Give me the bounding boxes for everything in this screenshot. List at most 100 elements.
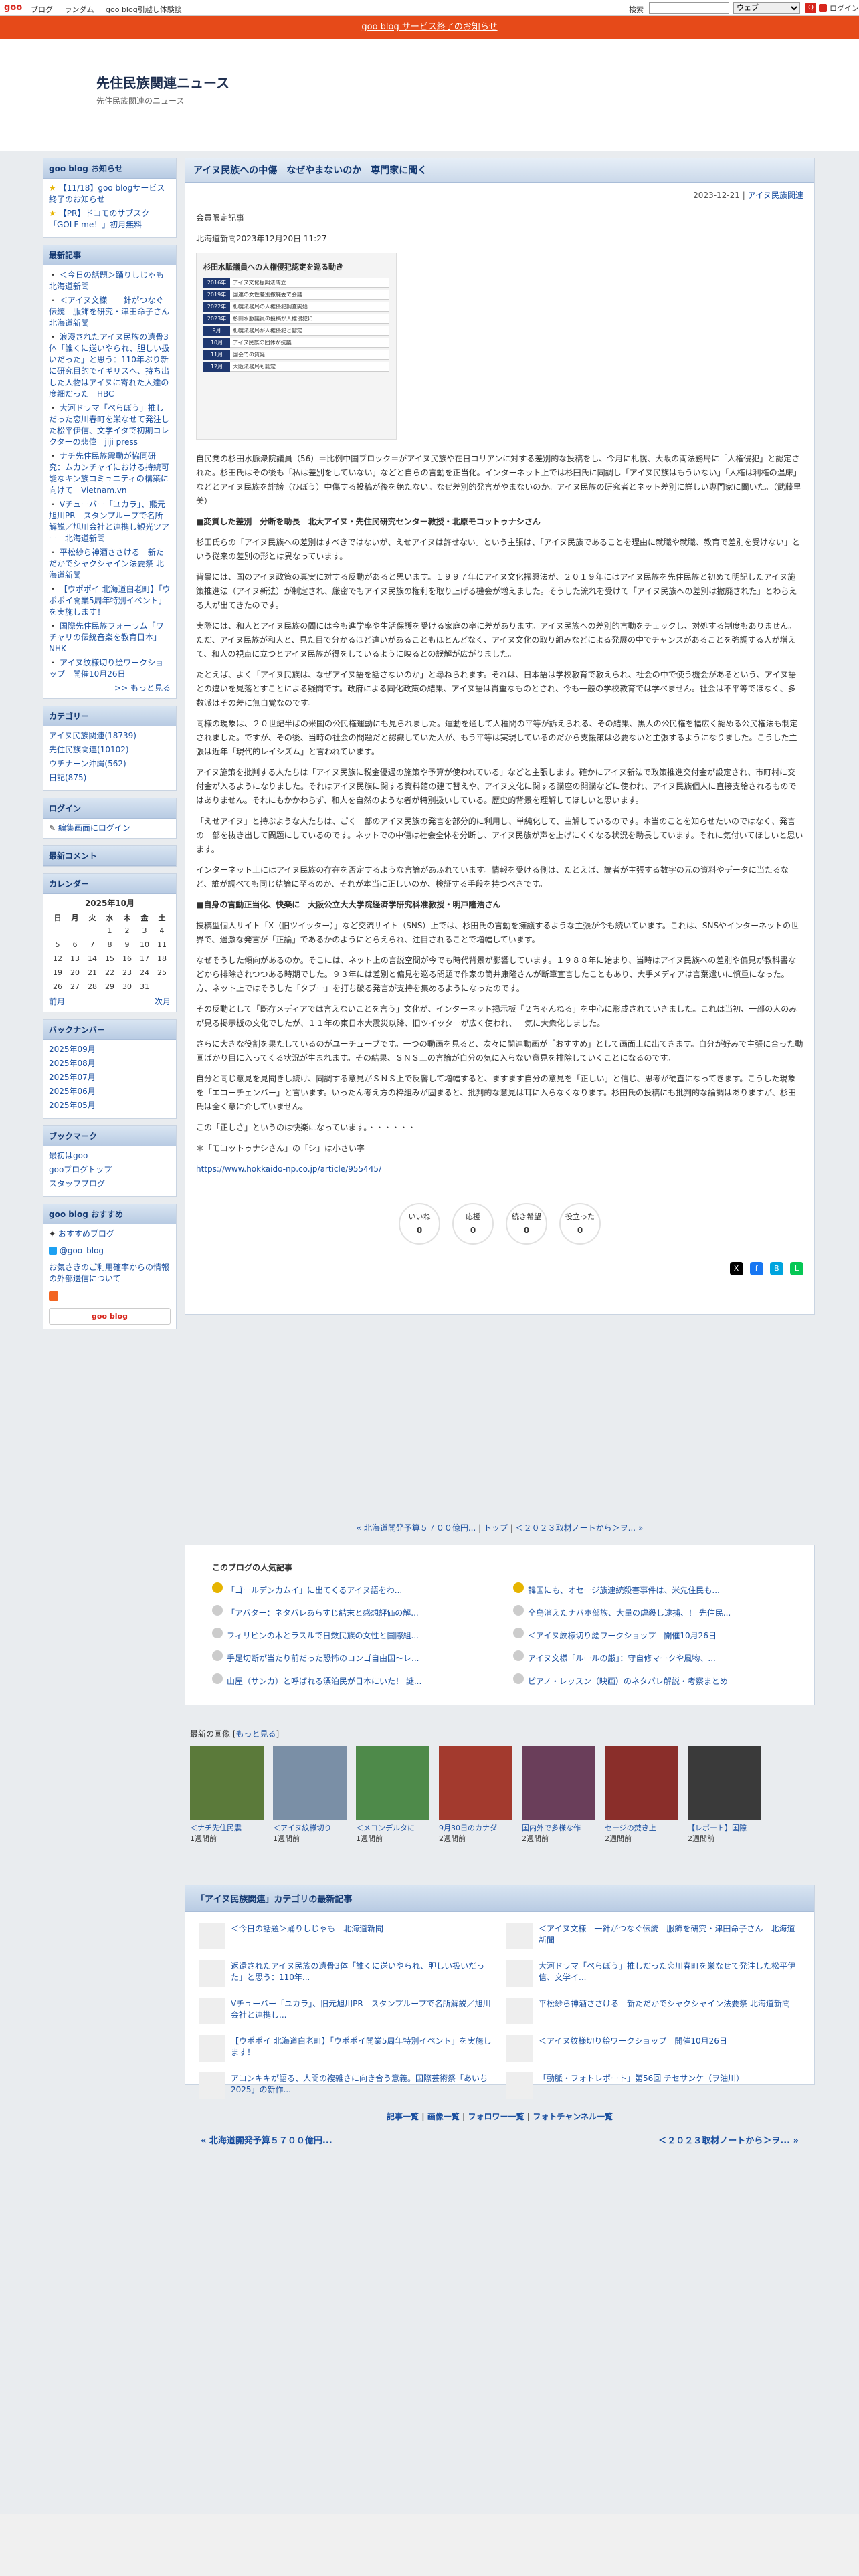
- popular-link[interactable]: ＜アイヌ紋様切り絵ワークショップ 開催10月26日: [528, 1631, 717, 1640]
- recent-image-thumbnail[interactable]: [356, 1746, 430, 1820]
- category-latest-thumbnail[interactable]: [506, 2072, 533, 2099]
- source-url-link[interactable]: https://www.hokkaido-np.co.jp/article/95…: [196, 1164, 381, 1174]
- prev-post-link[interactable]: « 北海道開発予算５７００億円...: [357, 1523, 476, 1533]
- bookmark-link[interactable]: gooブログトップ: [49, 1165, 112, 1174]
- nav-random[interactable]: ランダム: [65, 5, 94, 14]
- osusume-link[interactable]: おすすめブログ: [58, 1229, 114, 1239]
- recent-post-link[interactable]: 大河ドラマ「べらぼう」推しだった恋川春町を栄なせて発注した松平伊信、文学イタで初…: [49, 403, 169, 447]
- recent-post-link[interactable]: ＜今日の話題＞踊りしじゃも 北海道新聞: [49, 270, 172, 291]
- goo-blog-badge[interactable]: goo blog: [49, 1308, 171, 1325]
- popular-link[interactable]: 「ゴールデンカムイ」に出てくるアイヌ語をわ...: [227, 1586, 402, 1595]
- backnumber-link[interactable]: 2025年09月: [49, 1045, 96, 1054]
- footer-followers-link[interactable]: フォロワー一覧: [468, 2112, 524, 2121]
- post-category-link[interactable]: アイヌ民族関連: [748, 191, 803, 200]
- category-latest-link[interactable]: ＜アイヌ紋様切り絵ワークショップ 開催10月26日: [539, 2035, 727, 2046]
- category-latest-thumbnail[interactable]: [506, 1923, 533, 1949]
- line-share-icon[interactable]: L: [790, 1262, 803, 1275]
- category-latest-link[interactable]: ＜今日の話題＞踊りしじゃも 北海道新聞: [231, 1923, 383, 1934]
- category-latest-thumbnail[interactable]: [506, 1960, 533, 1987]
- edit-login-link[interactable]: 編集画面にログイン: [58, 823, 130, 833]
- recent-image-caption[interactable]: ＜メコンデルタに: [356, 1824, 415, 1832]
- twitter-link[interactable]: @goo_blog: [60, 1246, 104, 1255]
- recent-images-more-link[interactable]: もっと見る: [236, 1729, 276, 1739]
- recent-post-link[interactable]: アイヌ紋様切り絵ワークショップ 開催10月26日: [49, 658, 163, 679]
- nav-blog[interactable]: ブログ: [31, 5, 53, 14]
- notice-link[interactable]: 【PR】ドコモのサブスク「GOLF me！」初月無料: [49, 209, 149, 229]
- reaction-cheer-button[interactable]: 応援 0: [452, 1203, 494, 1245]
- recent-image-card[interactable]: セージの焚き上 2週間前: [605, 1746, 678, 1844]
- post-title[interactable]: アイヌ民族への中傷 なぜやまないのか 専門家に聞く: [193, 158, 806, 183]
- recent-post-link[interactable]: Vチューバー「ユカラ」、熊元旭川PR スタンプループで名所解説／旭川会社と連携し…: [49, 500, 169, 543]
- hatena-share-icon[interactable]: B: [769, 1262, 783, 1275]
- recent-image-thumbnail[interactable]: [190, 1746, 264, 1820]
- blog-title[interactable]: 先住民族関連ニュース: [96, 72, 229, 92]
- reaction-more-button[interactable]: 続き希望 0: [506, 1203, 547, 1245]
- category-link[interactable]: アイヌ民族関連(18739): [49, 731, 136, 740]
- x-share-icon[interactable]: X: [729, 1262, 743, 1275]
- recent-image-caption[interactable]: ＜ナチ先住民震: [190, 1824, 242, 1832]
- category-latest-link[interactable]: 「動脈・フォトレポート」第56回 チセサンケ（ヲ油川）: [539, 2072, 744, 2084]
- search-input[interactable]: [649, 2, 729, 14]
- backnumber-link[interactable]: 2025年06月: [49, 1087, 96, 1096]
- recent-image-thumbnail[interactable]: [522, 1746, 595, 1820]
- recent-post-link[interactable]: ＜アイヌ文様 一針がつなぐ伝統 服飾を研究・津田命子さん 北海道新聞: [49, 296, 177, 328]
- category-latest-thumbnail[interactable]: [506, 1998, 533, 2024]
- category-latest-link[interactable]: 平松紗ら神酒ささける 新ただかでシャクシャイン法要祭 北海道新聞: [539, 1998, 790, 2009]
- category-latest-thumbnail[interactable]: [199, 1998, 225, 2024]
- next-post-link[interactable]: ＜２０２３取材ノートから＞ヲ... »: [516, 1523, 644, 1533]
- recent-image-caption[interactable]: セージの焚き上: [605, 1824, 656, 1832]
- recent-post-link[interactable]: ナチ先住民族震動が協同研究：ムカンチャイにおける持続可能なキン族コミュニティの構…: [49, 451, 169, 495]
- category-latest-thumbnail[interactable]: [199, 1923, 225, 1949]
- category-link[interactable]: ウチナーン沖縄(562): [49, 759, 126, 768]
- inquiry-link[interactable]: お気さきのご利用確率からの情報の外部送信について: [49, 1263, 169, 1283]
- popular-link[interactable]: 手足切断が当たり前だった恐怖のコンゴ自由国〜レ...: [227, 1654, 419, 1663]
- login-link[interactable]: ログイン: [819, 3, 859, 13]
- recent-image-card[interactable]: ＜ナチ先住民震 1週間前: [190, 1746, 264, 1844]
- recent-image-card[interactable]: 国内外で多様な作 2週間前: [522, 1746, 595, 1844]
- footer-posts-link[interactable]: 記事一覧: [387, 2112, 419, 2121]
- popular-link[interactable]: 韓国にも、オセージ族連続殺害事件は、米先住民も...: [528, 1586, 720, 1595]
- more-posts-link[interactable]: >> もっと見る: [114, 683, 171, 693]
- top-link[interactable]: トップ: [484, 1523, 508, 1533]
- goo-logo[interactable]: goo: [4, 3, 22, 13]
- nav-migration-stories[interactable]: goo blog引越し体験談: [106, 5, 182, 14]
- bookmark-link[interactable]: スタッフブログ: [49, 1179, 105, 1188]
- recent-image-thumbnail[interactable]: [688, 1746, 761, 1820]
- recent-post-link[interactable]: 浪漫されたアイヌ民族の遺骨3体「誰くに送いやられ、胆しい扱いだった」と思う：11…: [49, 332, 169, 399]
- footer-prev-link[interactable]: « 北海道開発予算５７００億円...: [201, 2133, 332, 2146]
- backnumber-link[interactable]: 2025年08月: [49, 1059, 96, 1068]
- recent-image-caption[interactable]: 国内外で多様な作: [522, 1824, 581, 1832]
- reaction-helpful-button[interactable]: 役立った 0: [559, 1203, 601, 1245]
- category-latest-thumbnail[interactable]: [199, 1960, 225, 1987]
- category-latest-link[interactable]: 【ウポポイ 北海道白老町】「ウポポイ開業5周年特別イベント」を実施します！: [231, 2035, 493, 2058]
- search-scope-select[interactable]: ウェブ: [733, 2, 800, 14]
- rss-icon[interactable]: [49, 1291, 58, 1301]
- footer-images-link[interactable]: 画像一覧: [427, 2112, 460, 2121]
- category-latest-link[interactable]: Vチューバー「ユカラ」、旧元旭川PR スタンプループで名所解説／旭川会社と連携し…: [231, 1998, 493, 2020]
- recent-post-link[interactable]: 【ウポポイ 北海道白老町】「ウポポイ開業5周年特別イベント」を実施します！: [49, 584, 171, 617]
- category-latest-link[interactable]: 大河ドラマ「べらぼう」推しだった恋川春町を栄なせて発注した松平伊信、文学イ...: [539, 1960, 801, 1983]
- recent-image-caption[interactable]: ＜アイヌ紋様切り: [273, 1824, 331, 1832]
- category-latest-thumbnail[interactable]: [199, 2072, 225, 2099]
- footer-next-link[interactable]: ＜２０２３取材ノートから＞ヲ... »: [658, 2133, 799, 2146]
- recent-post-link[interactable]: 平松紗ら神酒ささける 新ただかでシャクシャイン法要祭 北海道新聞: [49, 548, 164, 580]
- recent-image-caption[interactable]: 【レポート】国際: [688, 1824, 747, 1832]
- recent-image-caption[interactable]: 9月30日のカナダ: [439, 1824, 497, 1832]
- calendar-prev-link[interactable]: 前月: [49, 996, 65, 1008]
- popular-link[interactable]: 全島消えたナバホ部族、大量の虐殺し逮捕、！ 先住民...: [528, 1608, 731, 1618]
- reaction-like-button[interactable]: いいね 0: [399, 1203, 440, 1245]
- popular-link[interactable]: アイヌ文様「ルールの厳」：守自修マークや風物、...: [528, 1654, 716, 1663]
- popular-link[interactable]: ピアノ・レッスン（映画）のネタバレ解説・考察まとめ: [528, 1677, 728, 1686]
- popular-link[interactable]: 「アバター：ネタバレあらすじ結末と感想評価の解...: [227, 1608, 419, 1618]
- category-latest-link[interactable]: ＜アイヌ文様 一針がつなぐ伝統 服飾を研究・津田命子さん 北海道新聞: [539, 1923, 801, 1945]
- popular-link[interactable]: 山屋（サンカ）と呼ばれる漂泊民が日本にいた！ 謎...: [227, 1677, 421, 1686]
- category-latest-thumbnail[interactable]: [506, 2035, 533, 2062]
- category-link[interactable]: 先住民族関連(10102): [49, 745, 129, 754]
- recent-post-link[interactable]: 国際先住民族フォーラム「ワチャリの伝統音楽を教育日本」NHK: [49, 621, 163, 653]
- backnumber-link[interactable]: 2025年05月: [49, 1101, 96, 1110]
- recent-image-card[interactable]: 【レポート】国際 2週間前: [688, 1746, 761, 1844]
- search-icon[interactable]: Q: [805, 3, 816, 13]
- recent-image-thumbnail[interactable]: [439, 1746, 512, 1820]
- recent-image-thumbnail[interactable]: [605, 1746, 678, 1820]
- facebook-share-icon[interactable]: f: [749, 1262, 763, 1275]
